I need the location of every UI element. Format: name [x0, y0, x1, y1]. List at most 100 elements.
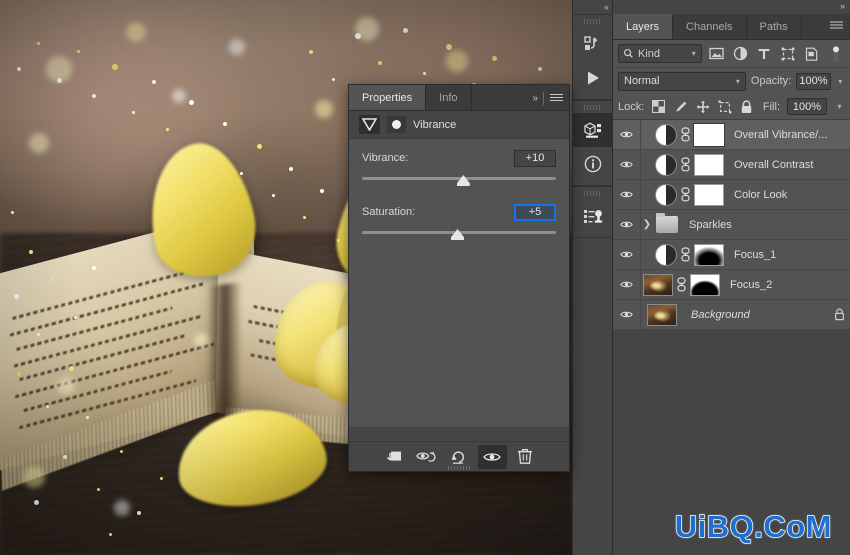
- layer-visibility-toggle[interactable]: [613, 210, 641, 239]
- layer-name[interactable]: Overall Contrast: [726, 159, 850, 171]
- tab-properties[interactable]: Properties: [349, 85, 427, 110]
- lock-image-pixels-icon[interactable]: [673, 99, 688, 114]
- table-row[interactable]: ❯ Sparkles: [613, 210, 850, 240]
- fill-input[interactable]: 100%: [787, 98, 827, 115]
- eye-icon: [620, 311, 633, 318]
- dock-grip[interactable]: [583, 19, 602, 24]
- lock-transparent-pixels-icon[interactable]: [651, 99, 666, 114]
- dock-grip[interactable]: [583, 191, 602, 196]
- reset-icon[interactable]: [445, 445, 474, 469]
- fill-scrubber-icon[interactable]: ▾: [834, 102, 845, 111]
- saturation-label: Saturation:: [362, 206, 416, 218]
- group-folder-icon[interactable]: [656, 213, 678, 233]
- clip-to-layer-icon[interactable]: [379, 445, 408, 469]
- layer-adjustment-thumbnail[interactable]: [655, 183, 677, 206]
- lock-artboard-icon[interactable]: [717, 99, 732, 114]
- layer-visibility-toggle[interactable]: [613, 270, 641, 299]
- layer-link-icon[interactable]: [679, 127, 692, 142]
- layer-name[interactable]: Overall Vibrance/...: [726, 129, 850, 141]
- layer-name[interactable]: Focus_1: [726, 249, 850, 261]
- layer-mask-thumbnail[interactable]: [690, 273, 720, 296]
- table-row[interactable]: Focus_1: [613, 240, 850, 270]
- layer-image-thumbnail[interactable]: [643, 273, 673, 296]
- layer-mask-thumbnail[interactable]: [694, 243, 724, 266]
- tab-paths[interactable]: Paths: [747, 14, 802, 39]
- table-row[interactable]: Focus_2: [613, 270, 850, 300]
- lock-position-icon[interactable]: [695, 99, 710, 114]
- filter-shape-icon[interactable]: [778, 44, 797, 64]
- adjustments-icon[interactable]: [573, 199, 613, 233]
- filter-smart-object-icon[interactable]: [802, 44, 821, 64]
- tab-layers[interactable]: Layers: [613, 14, 674, 39]
- dock-group-adjustments: [573, 186, 612, 238]
- saturation-input[interactable]: +5: [514, 203, 556, 221]
- filter-toggle-icon[interactable]: [826, 44, 845, 64]
- opacity-scrubber-icon[interactable]: ▾: [836, 77, 845, 86]
- delete-icon[interactable]: [511, 445, 540, 469]
- table-row[interactable]: Background: [613, 300, 850, 330]
- layer-adjustment-thumbnail[interactable]: [655, 123, 677, 146]
- dock-group-history: [573, 14, 612, 100]
- layer-name[interactable]: Color Look: [726, 189, 850, 201]
- view-previous-state-icon[interactable]: [412, 445, 441, 469]
- opacity-input[interactable]: 100%: [796, 72, 831, 90]
- vibrance-slider-track[interactable]: [362, 173, 556, 187]
- panel-resize-grip[interactable]: [448, 466, 470, 470]
- filter-adjustment-icon[interactable]: [731, 44, 750, 64]
- filter-pixel-icon[interactable]: [707, 44, 726, 64]
- layer-mask-thumbnail[interactable]: [693, 122, 725, 147]
- tab-channels-label: Channels: [686, 20, 733, 33]
- tab-info-label: Info: [439, 91, 458, 104]
- layer-locked-icon: [828, 308, 850, 321]
- layer-visibility-toggle[interactable]: [613, 300, 641, 329]
- expand-arrows-icon[interactable]: »: [532, 93, 537, 104]
- layer-name[interactable]: Sparkles: [681, 219, 850, 231]
- hamburger-icon[interactable]: [550, 93, 563, 103]
- layer-mask-thumbnail[interactable]: [694, 183, 724, 206]
- layer-visibility-toggle[interactable]: [613, 150, 641, 179]
- vibrance-icon: [359, 115, 380, 134]
- layer-image-thumbnail[interactable]: [647, 303, 677, 326]
- eye-icon: [620, 131, 633, 138]
- play-icon[interactable]: [573, 61, 613, 95]
- layer-mask-thumbnail[interactable]: [694, 153, 724, 176]
- eye-icon: [620, 281, 633, 288]
- eye-icon: [620, 161, 633, 168]
- layer-adjustment-thumbnail[interactable]: [655, 243, 677, 266]
- layer-link-icon[interactable]: [679, 187, 692, 202]
- layer-link-icon[interactable]: [679, 157, 692, 172]
- table-row[interactable]: Overall Vibrance/...: [613, 120, 850, 150]
- layer-visibility-toggle[interactable]: [613, 240, 641, 269]
- saturation-slider-track[interactable]: [362, 227, 556, 241]
- dock-grip[interactable]: [583, 105, 602, 110]
- expand-arrows-icon[interactable]: »: [840, 1, 845, 11]
- adjustment-title: Vibrance: [413, 118, 457, 131]
- layer-link-icon[interactable]: [675, 277, 688, 292]
- toggle-visibility-icon[interactable]: [477, 444, 507, 469]
- lock-all-icon[interactable]: [739, 99, 754, 114]
- table-row[interactable]: Color Look: [613, 180, 850, 210]
- tab-properties-label: Properties: [362, 91, 413, 104]
- layer-adjustment-thumbnail[interactable]: [655, 153, 677, 176]
- tab-channels[interactable]: Channels: [673, 14, 747, 39]
- layer-name[interactable]: Focus_2: [722, 279, 850, 291]
- lock-label: Lock:: [618, 100, 645, 113]
- blend-mode-select[interactable]: Normal ▾: [618, 71, 746, 91]
- history-icon[interactable]: [573, 27, 613, 61]
- three-d-icon[interactable]: [573, 113, 613, 147]
- dock-collapse-button[interactable]: «: [573, 0, 612, 14]
- tab-info[interactable]: Info: [426, 85, 472, 110]
- layer-link-icon[interactable]: [679, 247, 692, 262]
- group-expand-chevron-icon[interactable]: ❯: [641, 219, 653, 230]
- collapse-arrows-icon: «: [603, 2, 609, 12]
- tab-paths-label: Paths: [759, 20, 788, 33]
- info-icon[interactable]: [573, 147, 613, 181]
- filter-kind-select[interactable]: Kind ▾: [618, 44, 702, 63]
- table-row[interactable]: Overall Contrast: [613, 150, 850, 180]
- layer-name[interactable]: Background: [679, 309, 828, 321]
- panel-menu-button[interactable]: [830, 21, 844, 32]
- filter-type-icon[interactable]: [754, 44, 773, 64]
- layer-visibility-toggle[interactable]: [613, 120, 641, 149]
- layer-visibility-toggle[interactable]: [613, 180, 641, 209]
- vibrance-input[interactable]: +10: [514, 149, 556, 167]
